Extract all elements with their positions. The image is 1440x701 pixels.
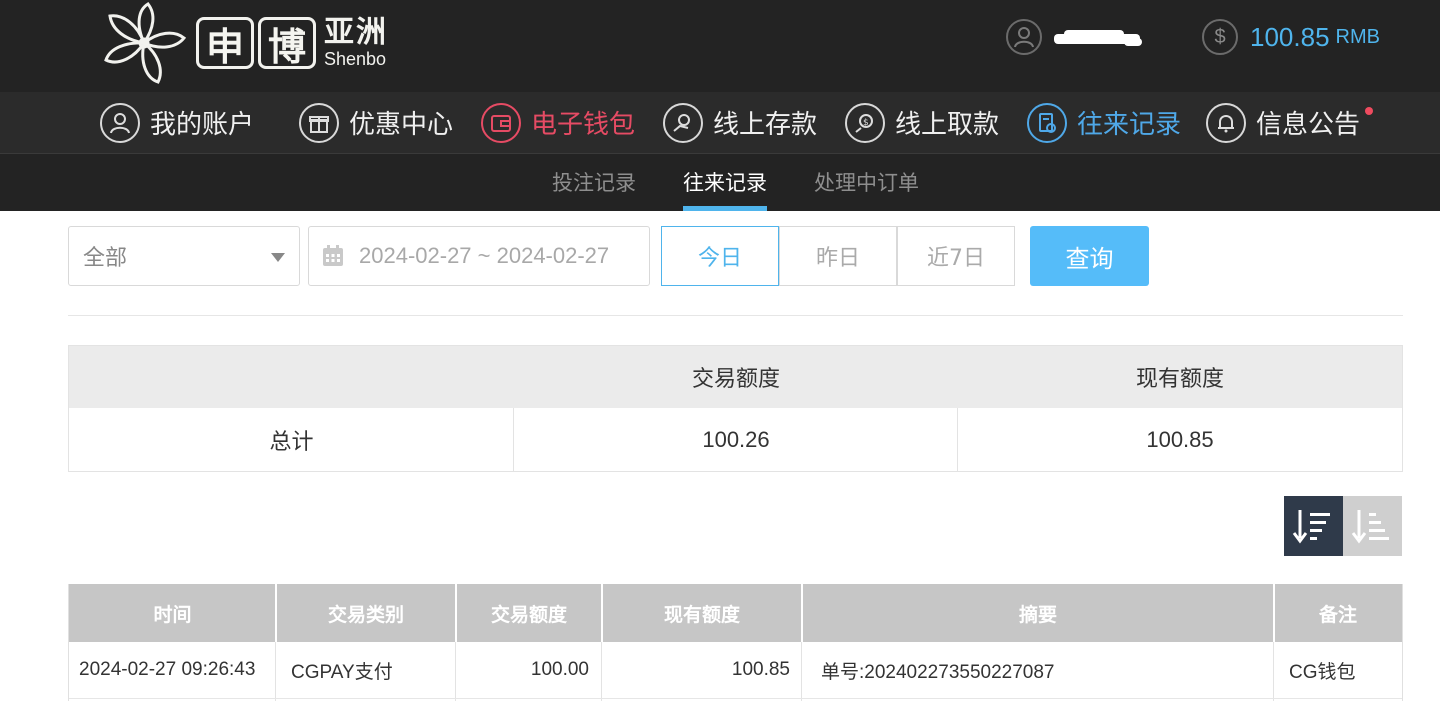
sub-nav: 投注记录 往来记录 处理中订单 xyxy=(0,153,1440,211)
header-divider xyxy=(801,584,803,642)
date-range-picker[interactable]: 2024-02-27 ~ 2024-02-27 xyxy=(308,226,650,286)
nav-label: 我的账户 xyxy=(150,110,255,140)
logo-char-1: 申 xyxy=(196,17,254,69)
balance-amount: 100.85 xyxy=(1250,21,1330,52)
flower-logo-icon xyxy=(104,2,187,84)
active-tab-indicator xyxy=(683,206,767,211)
calendar-icon xyxy=(323,245,343,266)
deposit-icon xyxy=(663,102,703,143)
nav-label: 往来记录 xyxy=(1077,110,1182,140)
sort-asc-icon xyxy=(1351,510,1389,544)
nav-label: 电子钱包 xyxy=(531,110,636,140)
nav-online-deposit[interactable]: 线上存款 xyxy=(663,92,817,153)
summary-header-trade-amount: 交易额度 xyxy=(691,366,780,391)
logo-en-name: Shenbo xyxy=(324,49,387,69)
balance-currency: RMB xyxy=(1335,25,1380,48)
logo-char-2: 博 xyxy=(258,17,316,69)
withdraw-icon: $ xyxy=(845,102,885,143)
column-header-time: 时间 xyxy=(153,603,192,626)
logo-cn-name: 亚洲 xyxy=(324,15,388,50)
nav-label: 信息公告 xyxy=(1256,110,1361,140)
summary-current-amount: 100.85 xyxy=(1146,426,1214,452)
column-header-trade-amount: 交易额度 xyxy=(490,603,567,626)
nav-my-account[interactable]: 我的账户 xyxy=(100,92,254,153)
column-header-summary: 摘要 xyxy=(1018,603,1057,626)
gift-icon xyxy=(299,102,339,143)
bell-icon xyxy=(1206,102,1246,143)
header-divider xyxy=(455,584,457,642)
column-divider xyxy=(1273,642,1274,701)
caret-down-icon xyxy=(271,253,285,262)
user-info[interactable] xyxy=(1006,19,1144,55)
query-button[interactable]: 查询 xyxy=(1030,226,1149,286)
transactions-table: 时间 交易类别 交易额度 现有额度 摘要 备注 2024-02-27 09:26… xyxy=(68,584,1403,701)
logo-text: 亚洲 Shenbo xyxy=(324,15,388,69)
notification-dot xyxy=(1365,107,1373,115)
tab-transaction-records[interactable]: 往来记录 xyxy=(683,154,767,212)
summary-header-cell xyxy=(69,346,514,408)
nav-transaction-records[interactable]: 往来记录 xyxy=(1027,92,1181,153)
nav-promotions[interactable]: 优惠中心 xyxy=(299,92,453,153)
divider xyxy=(68,315,1403,316)
last-7-days-button[interactable]: 近7日 xyxy=(897,226,1015,286)
wallet-icon xyxy=(481,102,521,143)
yesterday-button[interactable]: 昨日 xyxy=(779,226,897,286)
column-divider xyxy=(801,642,802,701)
cell-current-amount: 100.85 xyxy=(731,659,790,680)
cell-summary: 单号:202402273550227087 xyxy=(821,661,1055,683)
records-icon xyxy=(1027,102,1067,143)
row-divider xyxy=(69,698,1402,699)
user-icon xyxy=(1006,19,1042,55)
sort-ascending-button[interactable] xyxy=(1343,496,1402,556)
nav-e-wallet[interactable]: 电子钱包 xyxy=(481,92,635,153)
cell-trade-amount: 100.00 xyxy=(530,659,589,680)
type-select[interactable]: 全部 xyxy=(68,226,300,286)
header-divider xyxy=(601,584,603,642)
today-button[interactable]: 今日 xyxy=(661,226,779,286)
summary-trade-amount: 100.26 xyxy=(702,426,770,452)
tab-bet-records[interactable]: 投注记录 xyxy=(552,154,636,212)
username-redacted xyxy=(1054,28,1144,46)
header-divider xyxy=(1273,584,1275,642)
column-divider xyxy=(275,642,276,701)
column-header-current-amount: 现有额度 xyxy=(663,603,740,626)
summary-table: 交易额度 现有额度 总计 100.26 100.85 xyxy=(68,345,1403,472)
tab-pending-orders[interactable]: 处理中订单 xyxy=(814,154,919,212)
cell-type: CGPAY支付 xyxy=(291,661,393,683)
date-range-value: 2024-02-27 ~ 2024-02-27 xyxy=(359,243,610,268)
nav-label: 线上取款 xyxy=(895,110,1000,140)
column-header-type: 交易类别 xyxy=(327,603,404,626)
summary-header-current-amount: 现有额度 xyxy=(1135,366,1224,391)
brand-logo[interactable]: 申 博 亚洲 Shenbo xyxy=(96,0,388,86)
top-header: 申 博 亚洲 Shenbo $ 100.85 RMB xyxy=(0,0,1440,92)
header-divider xyxy=(275,584,277,642)
nav-announcements[interactable]: 信息公告 xyxy=(1206,92,1360,153)
column-header-remark: 备注 xyxy=(1318,603,1357,626)
main-nav: 我的账户 优惠中心 电子钱包 线上存款 $ 线上取款 往来记录 信息公告 xyxy=(0,92,1440,153)
user-icon xyxy=(100,102,140,143)
summary-total-label: 总计 xyxy=(269,428,314,454)
type-select-value: 全部 xyxy=(83,246,128,271)
svg-text:$: $ xyxy=(863,118,869,128)
nav-label: 线上存款 xyxy=(713,110,818,140)
nav-label: 优惠中心 xyxy=(349,110,454,140)
dollar-icon: $ xyxy=(1202,19,1238,55)
cell-time: 2024-02-27 09:26:43 xyxy=(79,659,256,680)
cell-remark: CG钱包 xyxy=(1289,661,1356,683)
sort-descending-button[interactable] xyxy=(1284,496,1343,556)
sort-desc-icon xyxy=(1292,510,1330,544)
balance-display: $ 100.85 RMB xyxy=(1202,19,1380,55)
nav-online-withdraw[interactable]: $ 线上取款 xyxy=(845,92,999,153)
